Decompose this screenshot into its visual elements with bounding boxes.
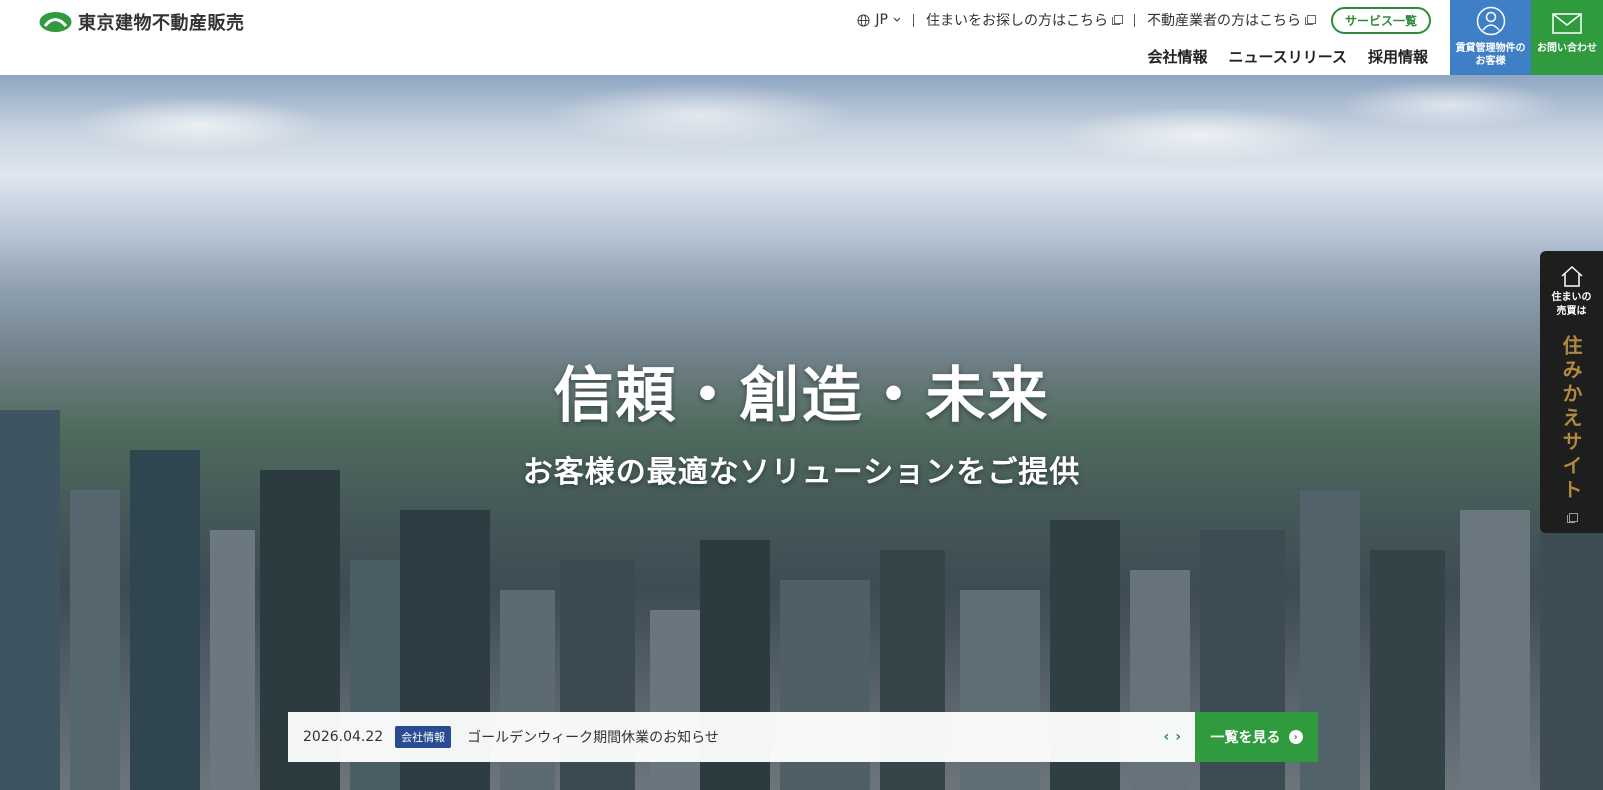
divider <box>912 13 914 27</box>
language-label: JP <box>875 12 888 28</box>
agent-link-label: 不動産業者の方はこちら <box>1146 13 1301 29</box>
divider <box>1133 13 1135 27</box>
rental-tile-line2: お客様 <box>1475 56 1506 67</box>
nav-item-company[interactable]: 会社情報 <box>1147 46 1207 67</box>
home-search-link[interactable]: 住まいをお探しの方はこちら <box>925 10 1123 30</box>
hero-headline: 信頼・創造・未来 <box>553 361 1050 431</box>
service-list-button[interactable]: サービス一覧 <box>1330 6 1431 34</box>
logo-text: 東京建物不動産販売 <box>78 13 245 34</box>
news-list-button-label: 一覧を見る <box>1210 730 1281 746</box>
chevron-down-icon <box>893 17 901 22</box>
resale-site-tab[interactable]: 住まいの 売買は 住みかえサイト <box>1540 251 1603 533</box>
contact-tile-label: お問い合わせ <box>1537 43 1597 54</box>
external-link-icon <box>1304 15 1316 25</box>
external-link-icon <box>1111 15 1123 25</box>
main-nav: 会社情報 ニュースリリース 採用情報 <box>1147 46 1428 67</box>
globe-icon <box>857 13 870 27</box>
sidetab-vertical-label: 住みかえサイト <box>1559 335 1583 503</box>
nav-item-recruit[interactable]: 採用情報 <box>1368 46 1428 67</box>
chevron-left-icon[interactable]: ‹ <box>1163 729 1169 745</box>
logo[interactable]: 東京建物不動産販売 <box>39 9 245 35</box>
house-icon <box>1560 265 1583 287</box>
news-bar: 2026.04.22 会社情報 ゴールデンウィーク期間休業のお知らせ ‹ › 一… <box>288 712 1318 762</box>
user-icon <box>1476 6 1505 36</box>
news-title-link[interactable]: ゴールデンウィーク期間休業のお知らせ <box>467 727 1163 747</box>
mail-icon <box>1552 13 1582 34</box>
nav-item-news[interactable]: ニュースリリース <box>1228 46 1347 67</box>
rental-customer-tile[interactable]: 賃貸管理物件の お客様 <box>1450 0 1531 75</box>
logo-mark-icon <box>39 12 72 32</box>
news-list-button[interactable]: 一覧を見る › <box>1195 712 1318 762</box>
language-selector[interactable]: JP <box>857 12 901 28</box>
chevron-right-icon[interactable]: › <box>1175 729 1181 745</box>
arrow-right-circle-icon: › <box>1288 730 1303 744</box>
news-date: 2026.04.22 <box>303 729 384 745</box>
news-category-badge: 会社情報 <box>395 726 452 748</box>
city-skyline <box>0 215 1603 790</box>
utility-bar: JP 住まいをお探しの方はこちら 不動産業者の方はこちら サービス一覧 <box>857 6 1431 34</box>
home-search-link-label: 住まいをお探しの方はこちら <box>925 13 1108 29</box>
hero-subline: お客様の最適なソリューションをご提供 <box>522 455 1081 490</box>
sidetab-line1: 住まいの <box>1551 292 1592 303</box>
news-pager: ‹ › <box>1163 729 1181 745</box>
hero-image: 信頼・創造・未来 お客様の最適なソリューションをご提供 <box>0 75 1603 790</box>
hero-clouds <box>0 75 1603 225</box>
external-link-icon <box>1566 513 1578 523</box>
sidetab-line2: 売買は <box>1556 306 1587 317</box>
agent-link[interactable]: 不動産業者の方はこちら <box>1146 10 1316 30</box>
contact-tile[interactable]: お問い合わせ <box>1531 0 1603 75</box>
sidetab-small-text: 住まいの 売買は <box>1552 291 1592 319</box>
rental-tile-line1: 賃貸管理物件の <box>1455 43 1526 54</box>
site-header: 東京建物不動産販売 JP 住まいをお探しの方はこちら 不動産業者の方はこちら サ… <box>0 0 1603 75</box>
